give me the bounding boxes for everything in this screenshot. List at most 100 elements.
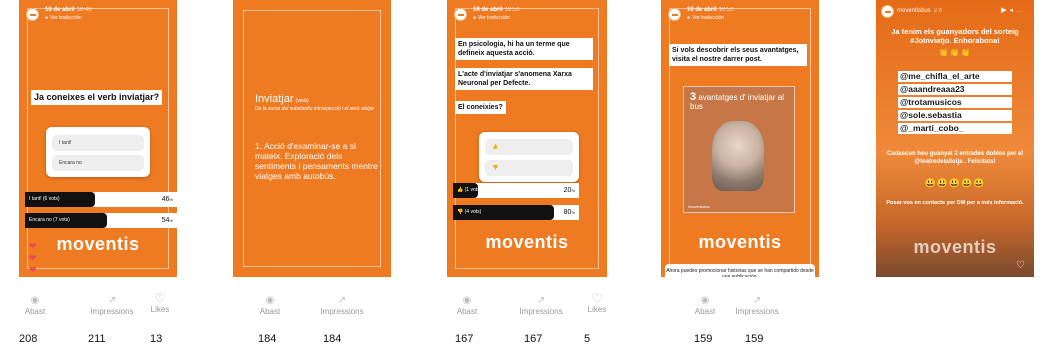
story-header: 18 de abril10:52 Ver traducción — [668, 6, 813, 24]
avatar[interactable] — [668, 8, 681, 21]
poll-result-pct: 80% — [563, 209, 575, 216]
heart-icon: ❤ — [29, 241, 37, 251]
reach-value: 167 — [455, 333, 474, 345]
story-date: 18 de abril 10:52 — [687, 7, 734, 13]
date-text: 18 de abril — [687, 7, 717, 13]
reach-stat-3: ◉ Abast — [452, 295, 482, 316]
impressions-label: Impressions — [519, 307, 563, 316]
story-age: 2 h — [933, 8, 943, 14]
heart-icon: ♡ — [154, 291, 166, 306]
story-header: 18 de abril10:46 Ver traducción — [26, 6, 171, 24]
impressions-value: 211 — [88, 333, 106, 345]
contact-text: Posar-vos en contacte per DM per a més i… — [886, 200, 1024, 206]
story-date: 18 de abril 10:50 — [473, 7, 520, 13]
more-icon[interactable]: … — [1016, 7, 1026, 14]
story-controls: ▶◂… — [1001, 6, 1026, 14]
poll-result-bar: 👍 (1 vots) — [453, 183, 481, 198]
avatar[interactable] — [454, 8, 467, 21]
eye-icon: ◉ — [265, 295, 275, 306]
poll-result-bar: I tant! (6 vots) — [25, 192, 95, 207]
poll-option-1[interactable]: 👍 — [485, 139, 573, 155]
headline-text: Ja tenim els guanyadors del sorteig #JoI… — [891, 27, 1019, 45]
brand-logo: moventis — [698, 232, 782, 252]
story-date: 18 de abril 10:46 — [45, 7, 92, 13]
story-card-3[interactable]: 18 de abril10:50 Ver traducción En psico… — [447, 0, 607, 277]
poll-question: Ja coneixes el verb inviatjar? — [31, 90, 163, 105]
reach-stat-1: ◉ Abast — [20, 295, 50, 316]
rocket-icon: ↗ — [536, 295, 546, 306]
impressions-label: Impressions — [735, 307, 779, 316]
time-text: 10:52 — [718, 7, 734, 13]
story-card-2[interactable]: Inviatjar (verb) De la suma del substanti… — [233, 0, 391, 277]
rocket-icon: ↗ — [752, 295, 762, 306]
impressions-stat-2: ↗ Impressions — [312, 295, 372, 316]
word-text: Inviatjar — [255, 93, 294, 105]
impressions-stat-1: ↗ Impressions — [82, 295, 142, 316]
reach-label: Abast — [24, 307, 46, 316]
likes-stat-1: ♡ Likes — [145, 291, 175, 314]
reach-label: Abast — [694, 307, 716, 316]
heart-icon: ❤ — [29, 253, 37, 263]
promo-title: 3 avantatges d' inviatjar al bus — [690, 92, 794, 112]
definition-body: 1. Acció d'examinar-se a si mateix. Expl… — [255, 141, 378, 181]
clap-emojis: 👏👏👏 — [938, 48, 972, 57]
heart-outline-icon[interactable]: ♡ — [1016, 260, 1025, 271]
likes-stat-3: ♡ Likes — [582, 292, 612, 314]
story-card-4[interactable]: 18 de abril10:52 Ver traducción Si vols … — [661, 0, 819, 277]
poll-result-row-2: Encara no (7 vots) 54% — [25, 213, 177, 228]
poll-result-row-1: I tant! (6 vots) 46% — [25, 192, 177, 207]
story-frame — [243, 10, 381, 267]
poll-result-pct: 20% — [563, 187, 575, 194]
impressions-value: 167 — [524, 333, 543, 345]
definition-word: Inviatjar (verb) — [255, 93, 309, 105]
date-text: 18 de abril — [45, 7, 75, 13]
winner-mention[interactable]: @sole.sebastia — [898, 110, 1012, 121]
winner-mention[interactable]: @_marti_cobo_ — [898, 123, 1012, 134]
story-card-5[interactable]: moventisbus 2 h ▶◂… Ja tenim els guanyado… — [876, 0, 1034, 277]
eye-icon: ◉ — [30, 295, 40, 306]
word-type: (verb) — [295, 98, 309, 104]
time-text: 10:46 — [76, 7, 92, 13]
winner-mention[interactable]: @me_chifla_el_arte — [898, 71, 1012, 82]
winner-mention[interactable]: @trotamusicos — [898, 97, 1012, 108]
translate-link[interactable]: Ver traducción — [473, 15, 510, 21]
poll-result-row-1: 👍 (1 vots) 20% — [453, 183, 579, 198]
translate-link[interactable]: Ver traducción — [45, 15, 82, 21]
heart-icon: ❤ — [29, 265, 37, 275]
avatar[interactable] — [881, 5, 894, 18]
story-card-1[interactable]: 18 de abril10:46 Ver traducción Ja conei… — [19, 0, 177, 277]
story-text: Si vols descobrir els seus avantatges, v… — [669, 44, 807, 66]
impressions-stat-4: ↗ Impressions — [727, 295, 787, 316]
poll-option-1[interactable]: I tant! — [52, 135, 144, 151]
winner-mention[interactable]: @aaandreaaa23 — [898, 84, 1012, 95]
reach-stat-4: ◉ Abast — [690, 295, 720, 316]
likes-value: 5 — [584, 333, 591, 345]
translate-link[interactable]: Ver traducción — [687, 15, 724, 21]
brand-logo: moventis — [56, 234, 140, 254]
story-header: 18 de abril10:50 Ver traducción — [454, 6, 601, 24]
reach-value: 184 — [258, 333, 277, 345]
poll-card: I tant! Encara no — [46, 127, 150, 177]
poll-option-2[interactable]: Encara no — [52, 155, 144, 171]
poll-result-pct: 46% — [161, 196, 173, 203]
rocket-icon: ↗ — [107, 295, 117, 306]
story-text-1: En psicologia, hi ha un terme que define… — [455, 38, 593, 60]
time-text: 10:50 — [504, 7, 520, 13]
date-text: 18 de abril — [473, 7, 503, 13]
reach-label: Abast — [456, 307, 478, 316]
rocket-icon: ↗ — [337, 295, 347, 306]
poll-result-bar: Encara no (7 vots) — [25, 213, 107, 228]
heart-reactions: ❤ ❤ ❤ — [29, 240, 37, 276]
avatar[interactable] — [26, 8, 39, 21]
person-photo — [712, 121, 764, 191]
poll-option-2[interactable]: 👎 — [485, 160, 573, 176]
poll-result-row-2: 👎 (4 vots) 80% — [453, 205, 579, 220]
impressions-value: 184 — [323, 333, 342, 345]
shared-post-preview[interactable]: 3 avantatges d' inviatjar al bus #movent… — [683, 86, 795, 213]
impressions-value: 159 — [745, 333, 764, 345]
promo-title-text: avantatges d' inviatjar al bus — [690, 93, 784, 111]
username[interactable]: moventisbus — [897, 8, 931, 14]
reach-stat-2: ◉ Abast — [255, 295, 285, 316]
likes-label: Likes — [150, 305, 170, 314]
smiley-emojis: 😃😃😃😃😃 — [924, 178, 986, 188]
